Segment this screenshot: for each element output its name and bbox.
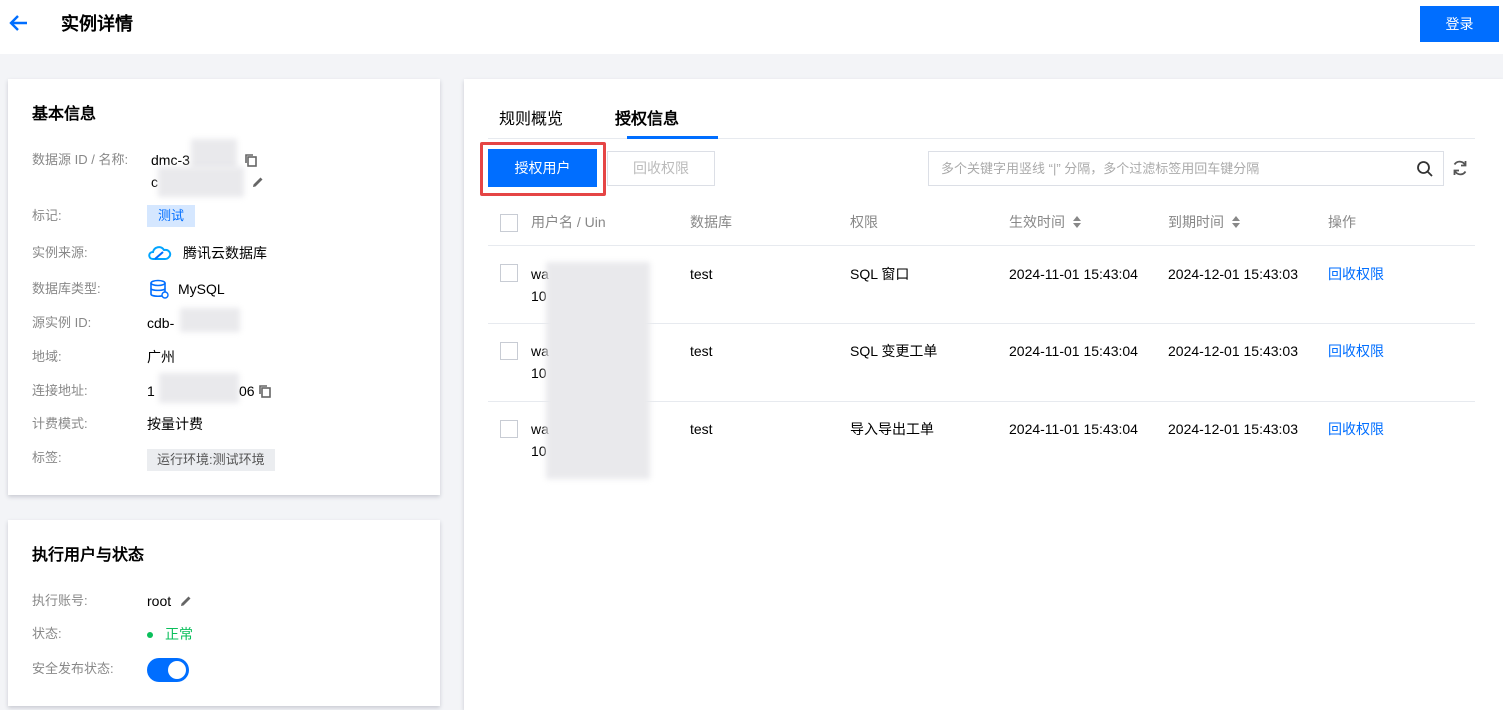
row-user-line2: 10 xyxy=(531,288,547,304)
redacted-block xyxy=(159,373,239,403)
header-divider xyxy=(488,245,1475,246)
top-bar: 实例详情 登录 xyxy=(0,0,1503,54)
region-value: 广州 xyxy=(147,349,175,365)
tencent-cloud-icon xyxy=(148,246,172,260)
datasource-name: c xyxy=(151,174,158,190)
redacted-usernames xyxy=(546,262,650,479)
col-header-action: 操作 xyxy=(1328,214,1356,230)
row-permission: 导入导出工单 xyxy=(850,421,934,437)
col-header-expire[interactable]: 到期时间 xyxy=(1168,212,1240,232)
row-checkbox[interactable] xyxy=(500,420,518,438)
edit-pencil-icon[interactable] xyxy=(179,594,193,608)
mark-label: 标记: xyxy=(32,208,62,223)
search-input[interactable] xyxy=(929,152,1409,185)
billing-label: 计费模式: xyxy=(32,416,88,431)
row-effective-time: 2024-11-01 15:43:04 xyxy=(1009,421,1138,437)
row-revoke-link[interactable]: 回收权限 xyxy=(1328,419,1384,439)
basic-info-card: 基本信息 数据源 ID / 名称: dmc-3 c 标记: 测试 实例来源: 腾… xyxy=(8,79,440,495)
region-label: 地域: xyxy=(32,349,62,364)
row-revoke-link[interactable]: 回收权限 xyxy=(1328,341,1384,361)
select-all-checkbox[interactable] xyxy=(500,214,518,232)
dbtype-label: 数据库类型: xyxy=(32,281,101,296)
search-icon[interactable] xyxy=(1416,160,1434,178)
source-value: 腾讯云数据库 xyxy=(183,245,267,261)
row-database: test xyxy=(690,266,713,282)
address-label: 连接地址: xyxy=(32,383,88,398)
tags-value: 运行环境:测试环境 xyxy=(147,449,275,471)
row-user-line2: 10 xyxy=(531,365,547,381)
mysql-database-icon xyxy=(150,279,169,299)
safe-release-toggle[interactable] xyxy=(147,658,189,682)
col-header-database: 数据库 xyxy=(690,214,732,230)
search-box xyxy=(928,151,1444,186)
instance-label: 源实例 ID: xyxy=(32,315,92,330)
col-header-expire-label: 到期时间 xyxy=(1168,214,1224,230)
sort-icon[interactable] xyxy=(1073,216,1081,228)
sort-icon[interactable] xyxy=(1232,216,1240,228)
edit-pencil-icon[interactable] xyxy=(251,175,265,189)
grant-user-button[interactable]: 授权用户 xyxy=(488,149,597,187)
redacted-block xyxy=(180,308,240,332)
datasource-label: 数据源 ID / 名称: xyxy=(32,152,129,167)
instance-value: cdb- xyxy=(147,315,175,331)
active-tab-indicator xyxy=(627,136,718,139)
col-header-effective-label: 生效时间 xyxy=(1009,214,1065,230)
row-expire-time: 2024-12-01 15:43:03 xyxy=(1168,421,1298,437)
revoke-permission-button[interactable]: 回收权限 xyxy=(607,151,715,186)
source-label: 实例来源: xyxy=(32,245,88,260)
col-header-user: 用户名 / Uin xyxy=(531,214,606,230)
basic-info-title: 基本信息 xyxy=(32,106,97,123)
row-database: test xyxy=(690,421,713,437)
safe-release-label: 安全发布状态: xyxy=(32,661,114,676)
exec-user-card: 执行用户与状态 执行账号: root 状态: 正常 安全发布状态: xyxy=(8,520,440,706)
back-arrow-icon[interactable] xyxy=(8,12,30,34)
billing-value: 按量计费 xyxy=(147,416,203,432)
tab-bar: 规则概览 授权信息 xyxy=(488,107,1475,139)
account-value: root xyxy=(147,593,172,609)
row-user-line2: 10 xyxy=(531,443,547,459)
row-revoke-link[interactable]: 回收权限 xyxy=(1328,264,1384,284)
toggle-knob xyxy=(168,661,186,679)
redacted-block xyxy=(191,139,237,169)
copy-icon[interactable] xyxy=(244,153,258,167)
dbtype-value: MySQL xyxy=(178,281,225,297)
row-expire-time: 2024-12-01 15:43:03 xyxy=(1168,343,1298,359)
row-expire-time: 2024-12-01 15:43:03 xyxy=(1168,266,1298,282)
address-prefix: 1 xyxy=(147,383,155,399)
status-label: 状态: xyxy=(32,626,62,641)
account-label: 执行账号: xyxy=(32,593,88,608)
copy-icon[interactable] xyxy=(258,384,272,398)
login-button[interactable]: 登录 xyxy=(1420,6,1499,42)
tab-auth-info[interactable]: 授权信息 xyxy=(615,109,679,131)
mark-tag: 测试 xyxy=(147,205,196,227)
redacted-block xyxy=(158,167,244,197)
row-checkbox[interactable] xyxy=(500,264,518,282)
row-database: test xyxy=(690,343,713,359)
col-header-effective[interactable]: 生效时间 xyxy=(1009,212,1081,232)
address-suffix: 06 xyxy=(239,383,255,399)
row-effective-time: 2024-11-01 15:43:04 xyxy=(1009,343,1138,359)
col-header-permission: 权限 xyxy=(850,214,878,230)
page-title: 实例详情 xyxy=(61,14,133,34)
row-checkbox[interactable] xyxy=(500,342,518,360)
tab-rules-overview[interactable]: 规则概览 xyxy=(499,109,563,131)
tags-label: 标签: xyxy=(32,450,62,465)
refresh-icon[interactable] xyxy=(1451,159,1469,177)
row-permission: SQL 窗口 xyxy=(850,266,910,282)
status-dot-icon xyxy=(147,632,153,638)
row-effective-time: 2024-11-01 15:43:04 xyxy=(1009,266,1138,282)
main-card: 规则概览 授权信息 授权用户 回收权限 用户名 / Uin 数据库 权限 生效时… xyxy=(464,79,1503,710)
status-value: 正常 xyxy=(165,626,193,642)
row-permission: SQL 变更工单 xyxy=(850,343,938,359)
exec-title: 执行用户与状态 xyxy=(32,547,145,564)
